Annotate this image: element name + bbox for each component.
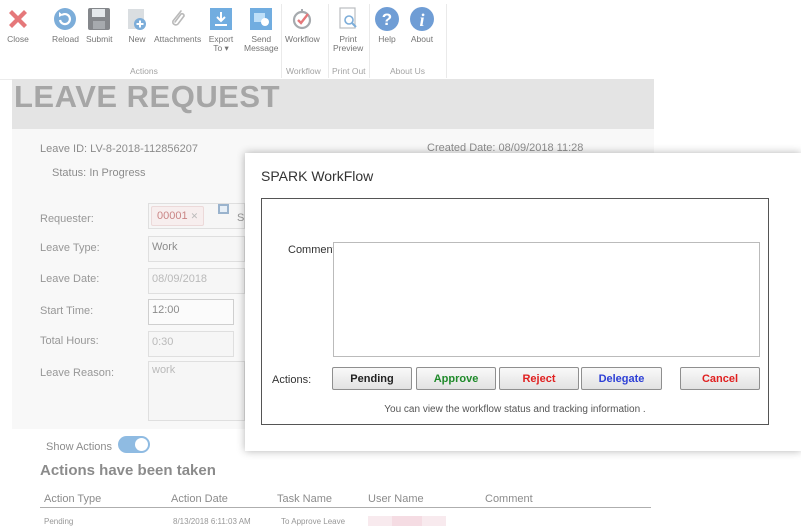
delegate-button[interactable]: Delegate [581, 367, 662, 390]
dialog-title: SPARK WorkFlow [261, 168, 374, 184]
workflow-info-text: You can view the workflow status and tra… [384, 404, 646, 415]
reject-button[interactable]: Reject [499, 367, 579, 390]
approve-button[interactable]: Approve [416, 367, 496, 390]
dialog-body: Comment: Actions: Pending Approve Reject… [261, 198, 769, 425]
cancel-button[interactable]: Cancel [680, 367, 760, 390]
comment-label: Comment: [288, 244, 339, 256]
workflow-dialog: SPARK WorkFlow Comment: Actions: Pending… [245, 153, 801, 451]
actions-label: Actions: [272, 374, 312, 386]
pending-button[interactable]: Pending [332, 367, 412, 390]
comment-input[interactable] [333, 242, 760, 357]
